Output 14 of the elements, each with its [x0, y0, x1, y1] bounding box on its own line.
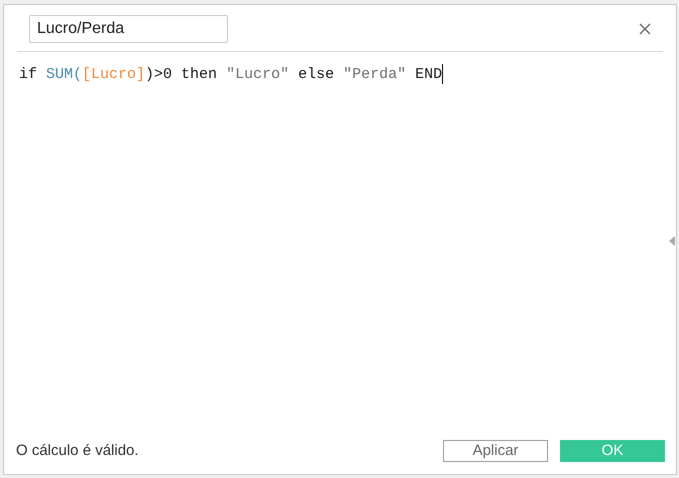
code-token: if [19, 65, 38, 85]
calculation-name-field[interactable]: Lucro/Perda [29, 15, 228, 43]
code-token: SUM( [46, 65, 82, 85]
code-token: [Lucro] [82, 65, 146, 85]
code-token: "Perda" [343, 65, 406, 85]
code-token: END [414, 65, 442, 85]
apply-button[interactable]: Aplicar [443, 440, 548, 462]
close-icon[interactable] [639, 23, 651, 35]
formula-editor[interactable]: if SUM([Lucro])>0 then "Lucro" else "Perda" END [4, 52, 676, 440]
code-token: "Lucro" [226, 65, 290, 85]
code-token: )>0 then [145, 65, 218, 85]
code-token: else [297, 65, 336, 85]
validation-status: O cálculo é válido. [16, 440, 139, 460]
text-cursor [442, 64, 444, 84]
